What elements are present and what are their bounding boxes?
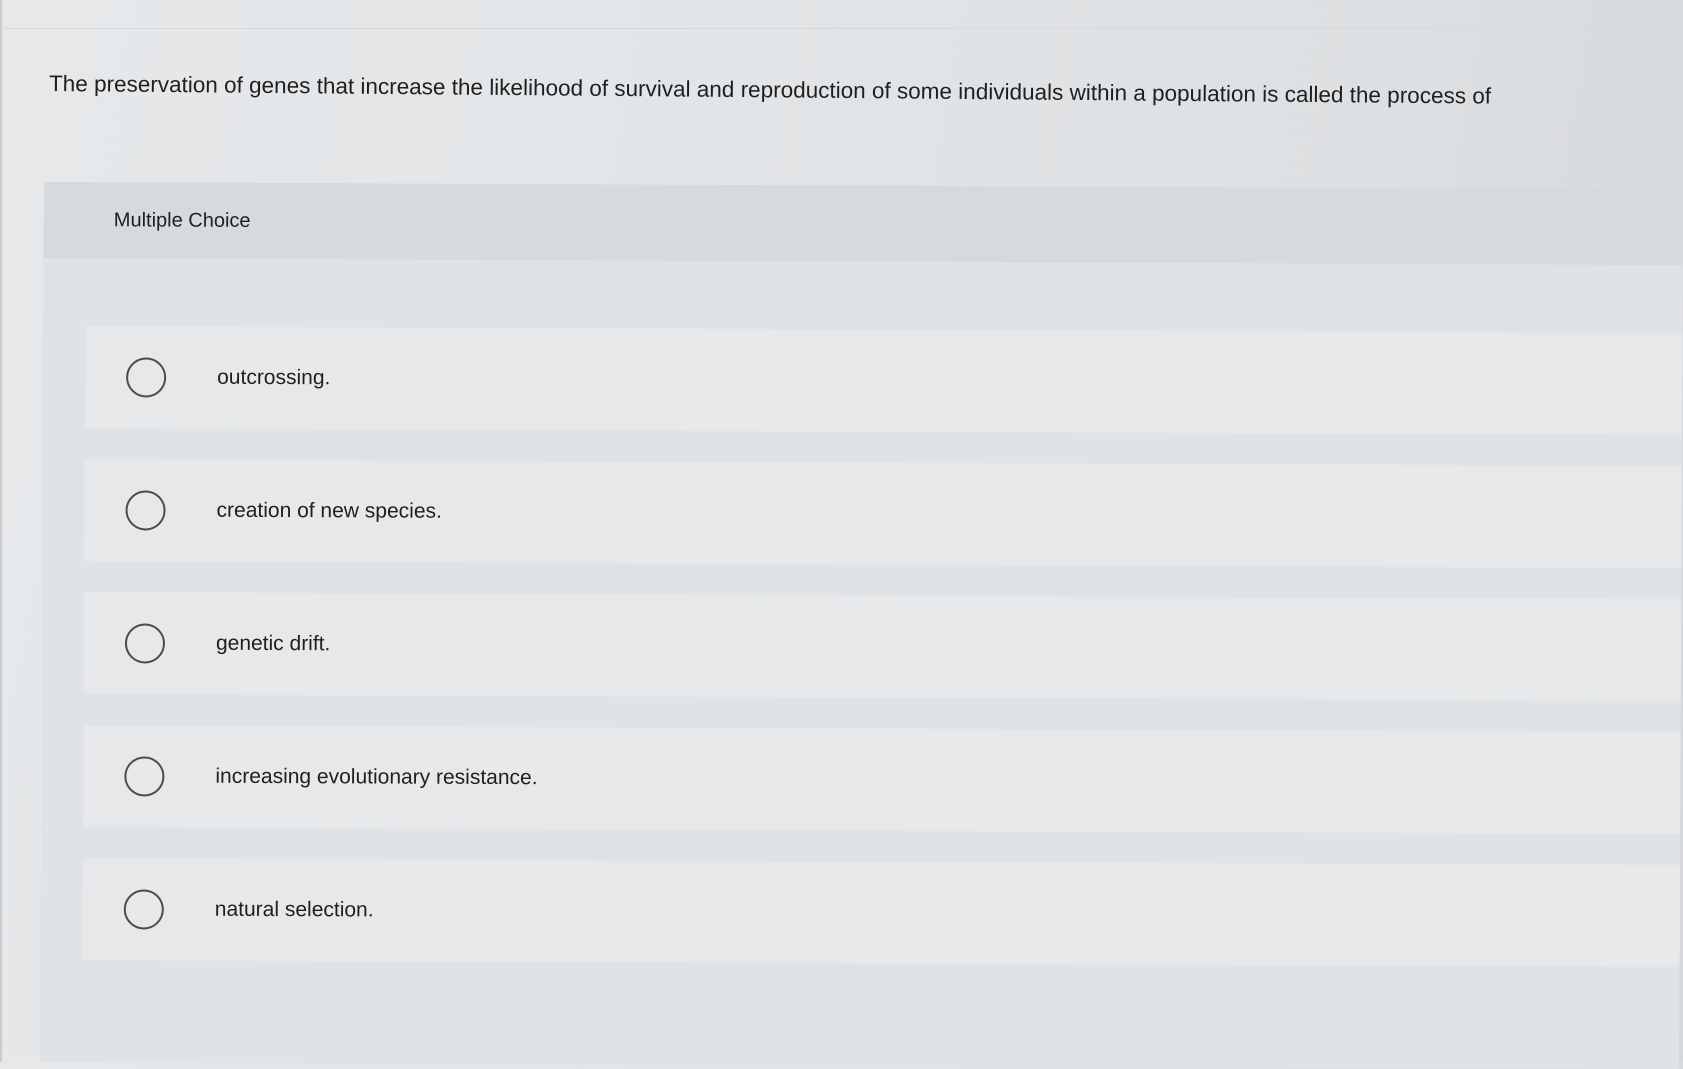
option-increasing-evolutionary-resistance[interactable]: increasing evolutionary resistance. <box>83 725 1681 835</box>
option-label: creation of new species. <box>216 498 442 523</box>
question-text: The preservation of genes that increase … <box>48 71 1492 109</box>
radio-unchecked-icon[interactable] <box>124 623 166 664</box>
option-label: increasing evolutionary resistance. <box>215 764 538 790</box>
option-label: outcrossing. <box>217 365 331 390</box>
option-label: genetic drift. <box>215 631 331 656</box>
radio-unchecked-icon[interactable] <box>123 889 164 930</box>
top-divider <box>0 28 1683 29</box>
radio-unchecked-icon[interactable] <box>126 357 167 398</box>
radio-unchecked-icon[interactable] <box>124 756 165 797</box>
option-natural-selection[interactable]: natural selection. <box>82 858 1681 968</box>
option-genetic-drift[interactable]: genetic drift. <box>83 592 1682 702</box>
options-list: outcrossing. creation of new species. ge… <box>40 257 1683 1069</box>
option-outcrossing[interactable]: outcrossing. <box>84 326 1683 436</box>
multiple-choice-panel: Multiple Choice outcrossing. creation of… <box>40 182 1683 1069</box>
window-left-edge <box>0 0 2 1062</box>
radio-unchecked-icon[interactable] <box>125 490 166 531</box>
option-label: natural selection. <box>214 897 374 922</box>
multiple-choice-header: Multiple Choice <box>43 182 1683 266</box>
option-creation-of-new-species[interactable]: creation of new species. <box>84 459 1682 569</box>
